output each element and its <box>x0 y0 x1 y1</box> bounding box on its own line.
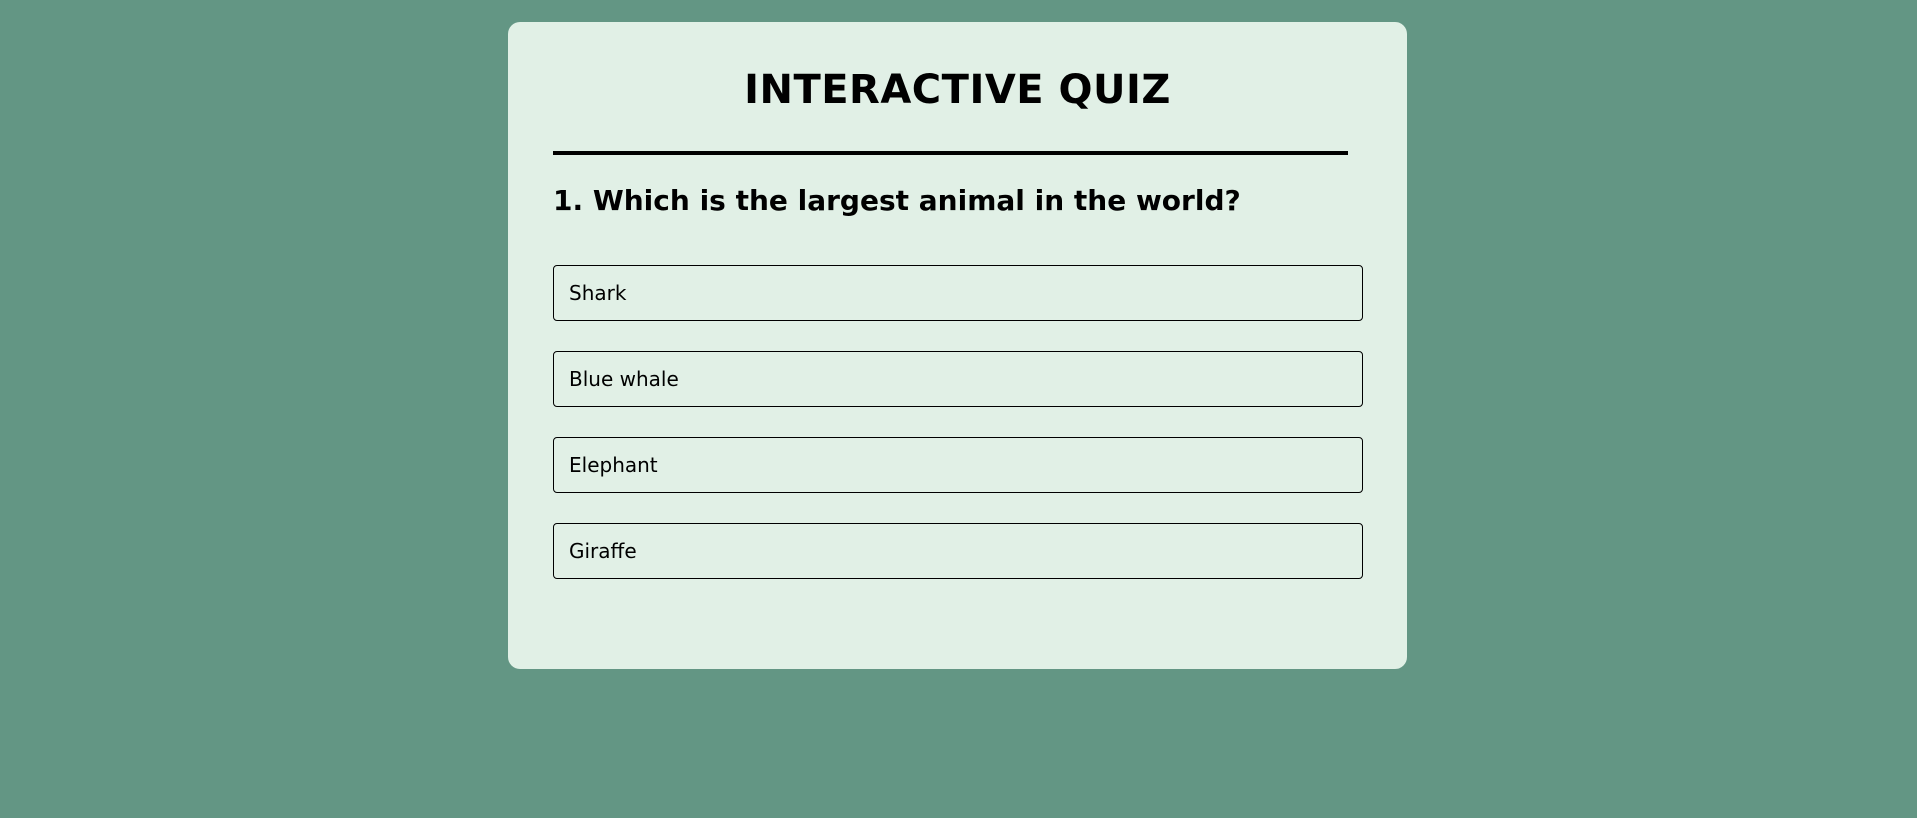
answer-options: Shark Blue whale Elephant Giraffe <box>553 265 1363 609</box>
question-text: 1. Which is the largest animal in the wo… <box>553 184 1241 217</box>
answer-option-elephant[interactable]: Elephant <box>553 437 1363 493</box>
quiz-title: INTERACTIVE QUIZ <box>744 67 1171 113</box>
answer-option-giraffe[interactable]: Giraffe <box>553 523 1363 579</box>
quiz-card: INTERACTIVE QUIZ 1. Which is the largest… <box>508 22 1407 669</box>
title-divider <box>553 151 1348 155</box>
answer-option-blue-whale[interactable]: Blue whale <box>553 351 1363 407</box>
answer-option-shark[interactable]: Shark <box>553 265 1363 321</box>
